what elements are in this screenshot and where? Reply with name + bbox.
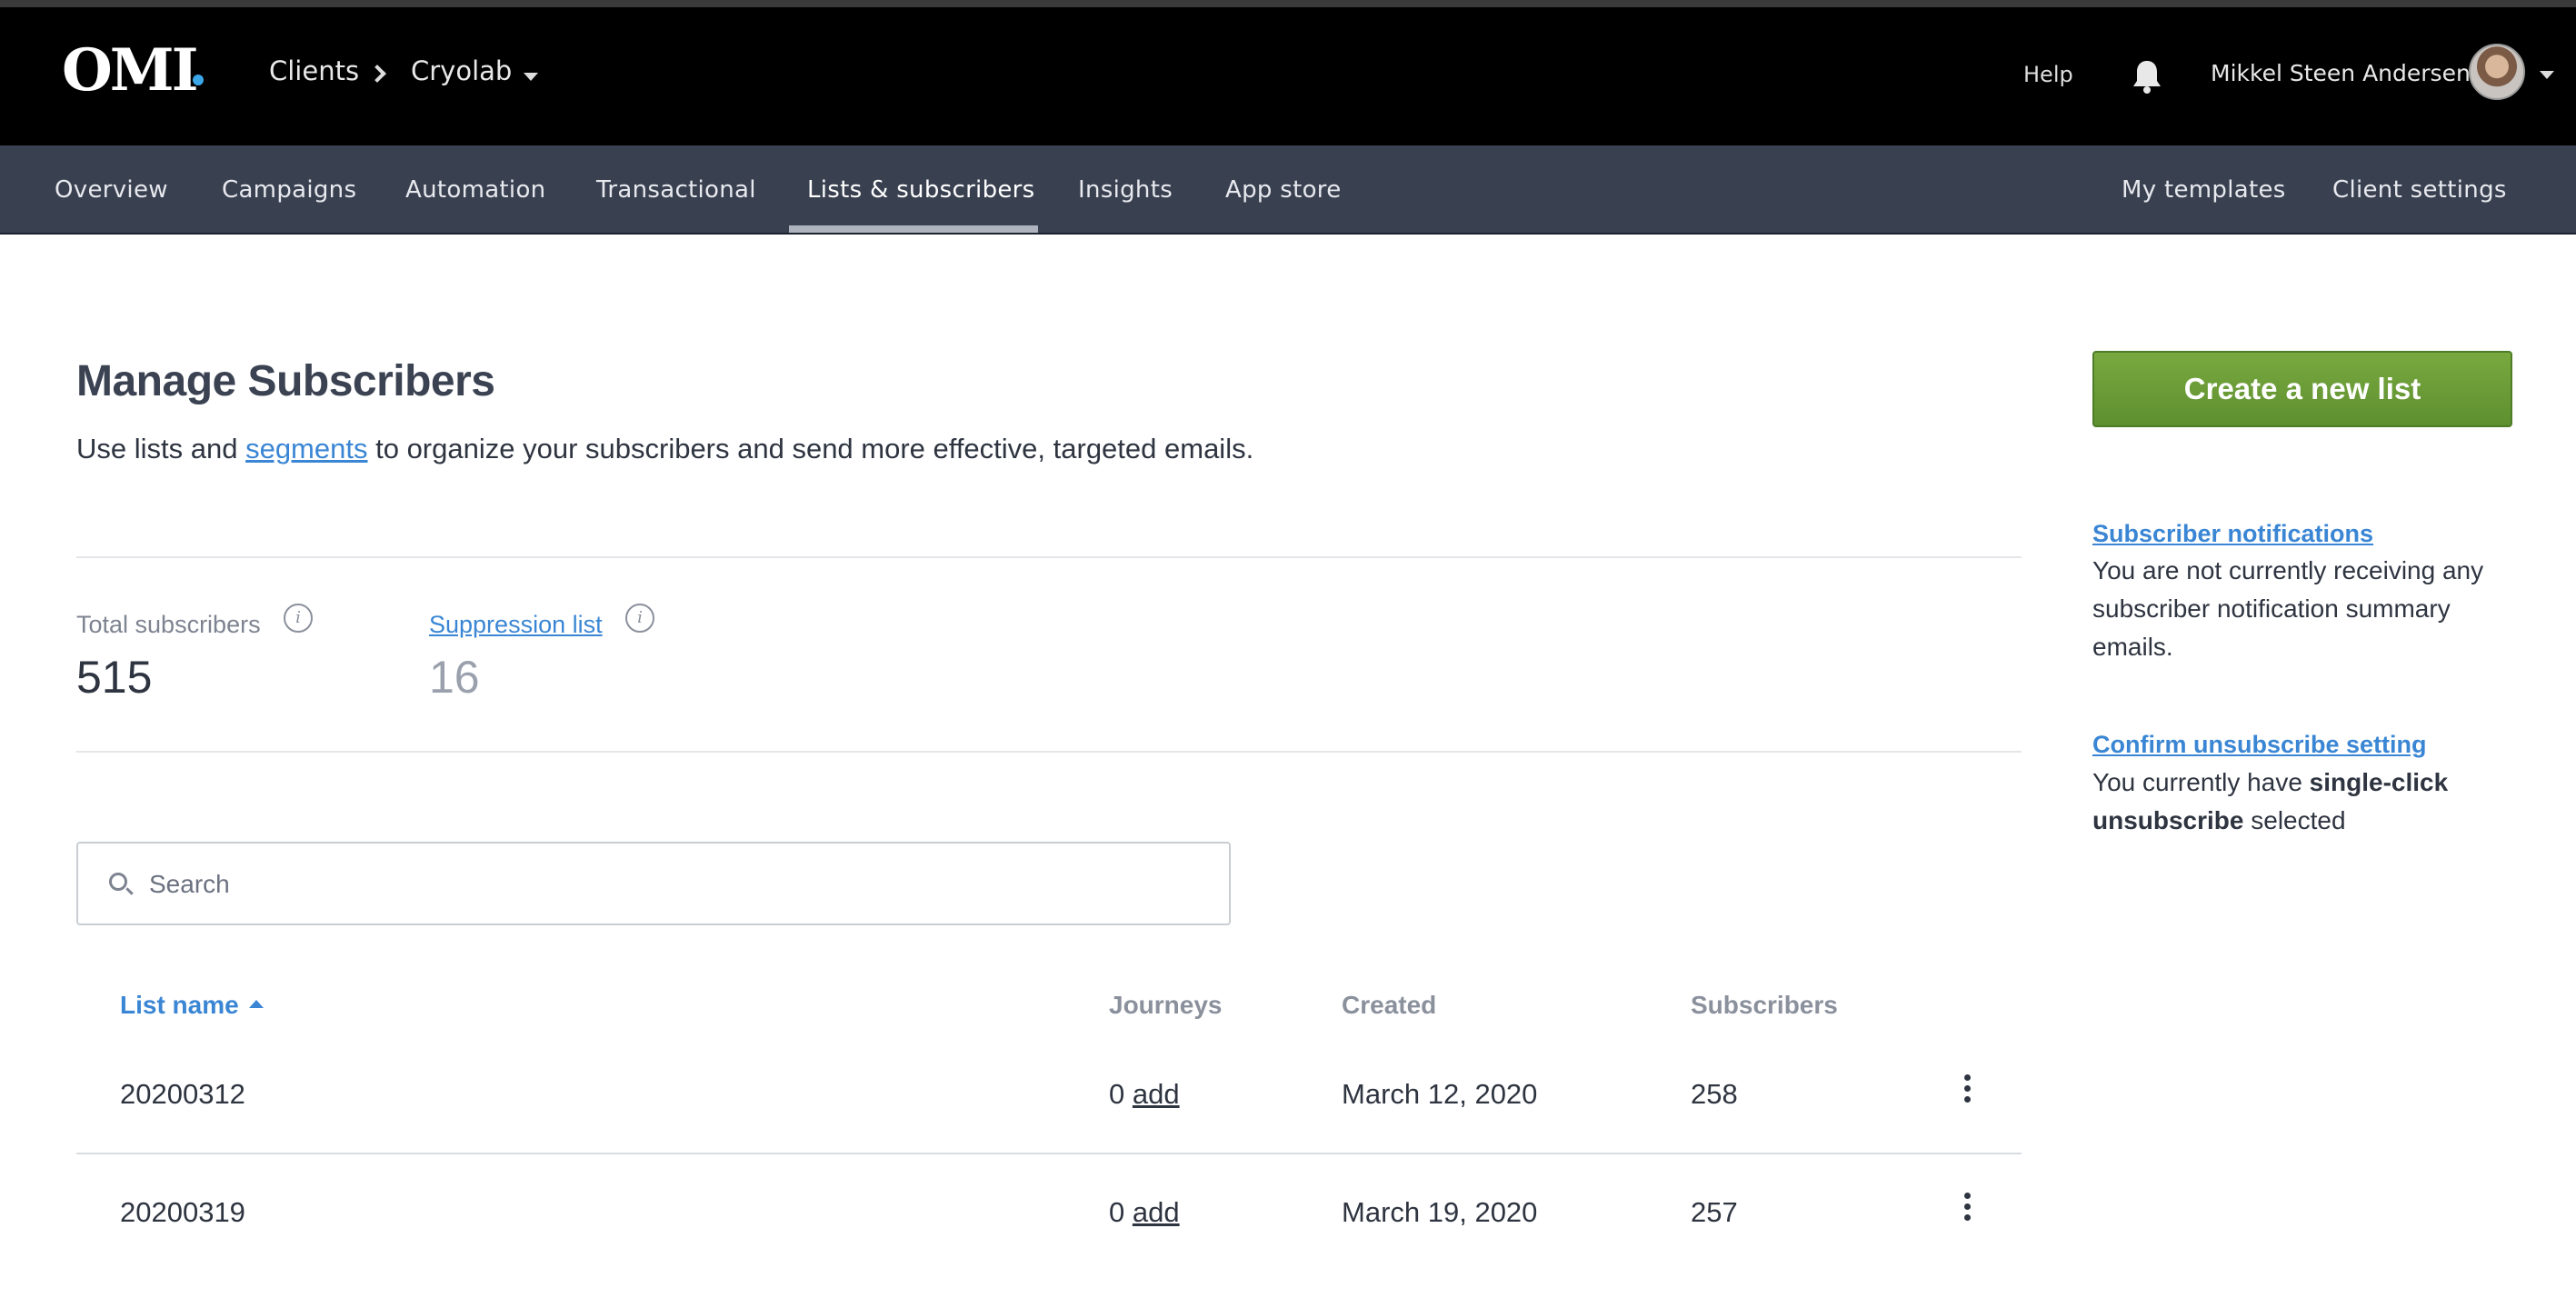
subtitle-text: Use lists and	[76, 433, 246, 464]
created-cell: March 19, 2020	[1342, 1196, 1538, 1228]
column-header-journeys[interactable]: Journeys	[1109, 991, 1223, 1020]
info-icon[interactable]: i	[284, 604, 313, 633]
nav-client-settings[interactable]: Client settings	[2332, 178, 2507, 202]
subscriber-notifications-link[interactable]: Subscriber notifications	[2092, 520, 2373, 548]
unsubscribe-setting-text: You currently have single-click unsubscr…	[2092, 764, 2520, 840]
nav-my-templates[interactable]: My templates	[2122, 178, 2286, 202]
breadcrumb-clients[interactable]: Clients	[269, 58, 359, 85]
divider	[76, 556, 2022, 558]
window-top-strip	[0, 0, 2576, 7]
page-subtitle: Use lists and segments to organize your …	[76, 433, 1253, 465]
table-row[interactable]: 20200319 0 add March 19, 2020 257	[76, 1154, 2022, 1273]
column-header-list-name[interactable]: List name	[120, 991, 239, 1020]
chevron-right-icon	[368, 65, 386, 83]
total-subscribers-value: 515	[76, 652, 153, 703]
info-icon[interactable]: i	[625, 604, 654, 633]
nav-campaigns[interactable]: Campaigns	[222, 178, 356, 202]
help-link[interactable]: Help	[2023, 62, 2073, 87]
avatar[interactable]	[2469, 44, 2525, 100]
nav-insights[interactable]: Insights	[1078, 178, 1173, 202]
journeys-cell: 0 add	[1109, 1196, 1180, 1229]
unsubscribe-text-start: You currently have	[2092, 768, 2310, 796]
journeys-count: 0	[1109, 1078, 1125, 1110]
user-menu-caret-icon[interactable]	[2540, 71, 2554, 79]
segments-link[interactable]: segments	[245, 433, 367, 464]
caret-down-icon[interactable]	[524, 73, 538, 81]
table-row[interactable]: 20200312 0 add March 12, 2020 258	[76, 1036, 2022, 1154]
subscribers-cell: 257	[1691, 1196, 1738, 1228]
search-box[interactable]	[76, 842, 1231, 925]
subscriber-notifications-text: You are not currently receiving any subs…	[2092, 556, 2484, 661]
confirm-unsubscribe-link[interactable]: Confirm unsubscribe setting	[2092, 731, 2427, 759]
suppression-list-link[interactable]: Suppression list	[429, 611, 603, 639]
created-cell: March 12, 2020	[1342, 1078, 1538, 1110]
nav-app-store[interactable]: App store	[1225, 178, 1342, 202]
suppression-list-value: 16	[429, 652, 480, 703]
active-tab-indicator	[789, 225, 1038, 233]
search-input[interactable]	[149, 862, 1194, 907]
nav-lists-subscribers[interactable]: Lists & subscribers	[807, 178, 1035, 202]
page-title: Manage Subscribers	[76, 357, 495, 405]
subtitle-text-end: to organize your subscribers and send mo…	[367, 433, 1254, 464]
journeys-count: 0	[1109, 1196, 1125, 1228]
column-header-created[interactable]: Created	[1342, 991, 1436, 1020]
journeys-cell: 0 add	[1109, 1078, 1180, 1111]
sort-ascending-icon[interactable]	[249, 1000, 264, 1008]
search-icon	[109, 873, 127, 891]
bell-icon[interactable]	[2131, 58, 2163, 99]
divider	[76, 751, 2022, 753]
list-name-cell[interactable]: 20200312	[120, 1078, 245, 1111]
nav-overview[interactable]: Overview	[55, 178, 168, 202]
omi-logo[interactable]: OMI	[62, 42, 199, 100]
add-journey-link[interactable]: add	[1133, 1196, 1180, 1228]
main-nav: Overview Campaigns Automation Transactio…	[0, 145, 2576, 235]
list-name-cell[interactable]: 20200319	[120, 1196, 245, 1229]
nav-automation[interactable]: Automation	[405, 178, 545, 202]
more-options-icon[interactable]	[1958, 1074, 1976, 1107]
nav-transactional[interactable]: Transactional	[596, 178, 756, 202]
subscribers-cell: 258	[1691, 1078, 1738, 1110]
logo-dot	[193, 75, 204, 85]
breadcrumb-current-client[interactable]: Cryolab	[411, 58, 512, 85]
add-journey-link[interactable]: add	[1133, 1078, 1180, 1110]
more-options-icon[interactable]	[1958, 1193, 1976, 1225]
column-header-subscribers[interactable]: Subscribers	[1691, 991, 1838, 1020]
unsubscribe-text-end: selected	[2243, 806, 2346, 834]
create-new-list-button[interactable]: Create a new list	[2092, 351, 2512, 427]
top-bar: OMI Clients Cryolab Help Mikkel Steen An…	[0, 7, 2576, 145]
user-name[interactable]: Mikkel Steen Andersen	[2211, 60, 2471, 86]
total-subscribers-label: Total subscribers	[76, 611, 261, 638]
